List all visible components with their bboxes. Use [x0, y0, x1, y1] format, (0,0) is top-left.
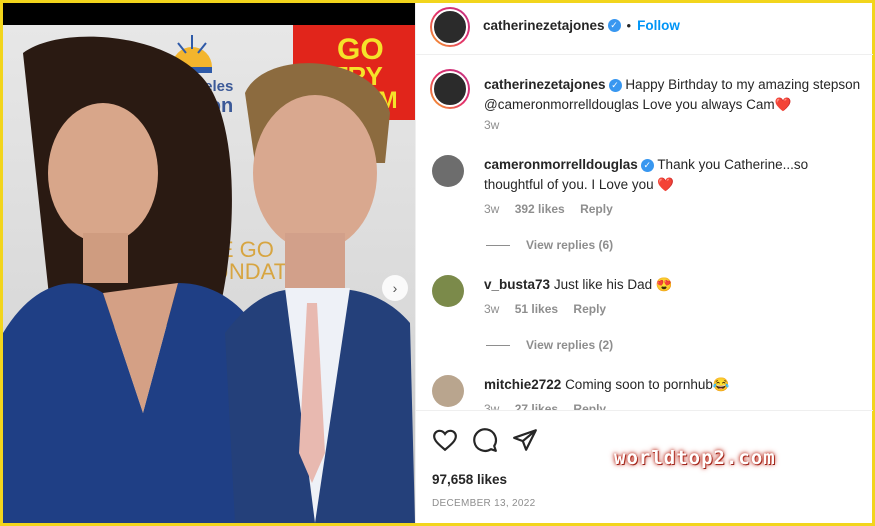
next-image-button[interactable]: ›	[382, 275, 408, 301]
comment-likes[interactable]: 27 likes	[515, 402, 558, 410]
comment-username[interactable]: cameronmorrelldouglas	[484, 157, 638, 172]
verified-icon: ✓	[640, 158, 654, 172]
comment-meta: 3w 51 likes Reply	[484, 302, 618, 316]
comment-icon[interactable]	[472, 427, 498, 453]
view-replies-label: View replies (2)	[526, 338, 614, 352]
heart-icon[interactable]	[432, 427, 458, 453]
comment-text: cameronmorrelldouglas ✓ Thank you Catheri…	[484, 155, 869, 195]
comment-likes[interactable]: 51 likes	[515, 302, 558, 316]
post-panel: catherinezetajones ✓ • Follow catherinez…	[415, 3, 873, 523]
caption-avatar-image	[432, 71, 468, 107]
comment-avatar[interactable]	[432, 275, 464, 307]
caption-meta: 3w	[484, 118, 511, 132]
chevron-right-icon: ›	[392, 280, 398, 296]
comment-likes[interactable]: 392 likes	[515, 202, 565, 216]
smile-emoji: 😍	[655, 277, 673, 292]
post-likes-count[interactable]: 97,658 likes	[432, 472, 507, 487]
caption-username[interactable]: catherinezetajones	[484, 77, 606, 92]
comment-time[interactable]: 3w	[484, 202, 499, 216]
comment-reply-button[interactable]: Reply	[573, 302, 606, 316]
caption-body-end: Love you always Cam	[642, 97, 775, 112]
comment-time[interactable]: 3w	[484, 402, 499, 410]
comment-text: v_busta73 Just like his Dad 😍	[484, 275, 869, 295]
comment-reply-button[interactable]: Reply	[573, 402, 606, 410]
comment-avatar[interactable]	[432, 375, 464, 407]
caption-avatar[interactable]	[430, 69, 470, 109]
header-username[interactable]: catherinezetajones	[483, 18, 605, 33]
view-replies-button[interactable]: View replies (6)	[486, 238, 613, 252]
comment-text: mitchie2722 Coming soon to pornhub😂	[484, 375, 869, 395]
comment-username[interactable]: v_busta73	[484, 277, 550, 292]
watermark-text: worldtop2.com	[614, 447, 776, 469]
caption-text: catherinezetajones ✓ Happy Birthday to my…	[484, 75, 869, 115]
post-header: catherinezetajones ✓ • Follow	[416, 3, 873, 55]
caption-time[interactable]: 3w	[484, 118, 499, 132]
comment-body: Coming soon to pornhub	[565, 377, 713, 392]
view-replies-line	[486, 244, 510, 246]
view-replies-line	[486, 344, 510, 346]
comment-avatar[interactable]	[432, 155, 464, 187]
comments-list[interactable]: catherinezetajones ✓ Happy Birthday to my…	[416, 55, 873, 410]
verified-icon: ✓	[607, 19, 621, 32]
caption-body: Happy Birthday to my amazing stepson	[625, 77, 861, 92]
caption-mention[interactable]: @cameronmorrelldouglas	[484, 97, 639, 112]
laugh-emoji: 😂	[712, 377, 730, 392]
author-avatar-image	[432, 9, 468, 45]
comment-reply-button[interactable]: Reply	[580, 202, 613, 216]
header-dot: •	[626, 18, 632, 33]
follow-button[interactable]: Follow	[637, 18, 680, 33]
comment-meta: 3w 27 likes Reply	[484, 402, 618, 410]
author-avatar[interactable]	[430, 7, 470, 47]
verified-icon: ✓	[608, 78, 622, 92]
comment-time[interactable]: 3w	[484, 302, 499, 316]
header-user-row: catherinezetajones ✓ • Follow	[483, 18, 680, 33]
share-icon[interactable]	[512, 427, 538, 453]
comment-body: Just like his Dad	[553, 277, 653, 292]
comment-username[interactable]: mitchie2722	[484, 377, 561, 392]
view-replies-label: View replies (6)	[526, 238, 614, 252]
post-date[interactable]: DECEMBER 13, 2022	[432, 498, 535, 509]
heart-emoji: ❤️	[657, 177, 675, 192]
heart-emoji: ❤️	[774, 97, 792, 112]
post-photo[interactable]: Angeles ssion GO NTRY FM HE GO UNDATI ›	[3, 3, 415, 523]
photo-top-bar	[3, 3, 415, 25]
view-replies-button[interactable]: View replies (2)	[486, 338, 613, 352]
comment-meta: 3w 392 likes Reply	[484, 202, 625, 216]
